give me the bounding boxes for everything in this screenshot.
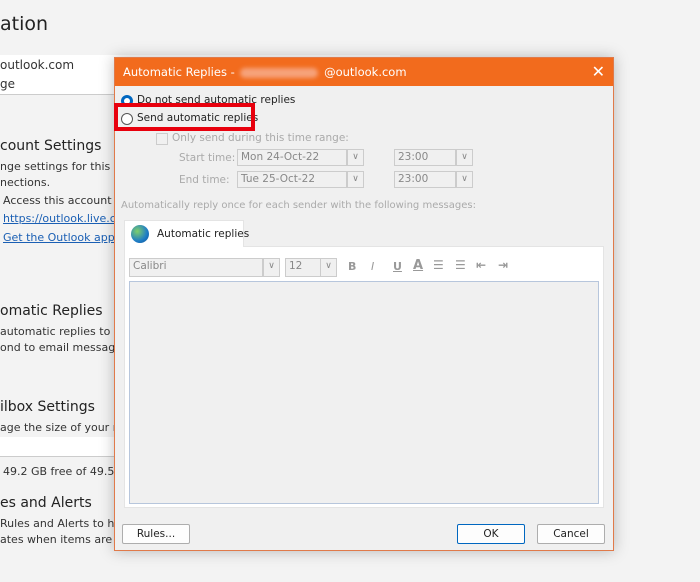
chevron-down-icon[interactable]: ∨ [320, 258, 337, 277]
chevron-down-icon[interactable]: ∨ [456, 149, 473, 166]
end-time-field[interactable]: 23:00 [394, 171, 456, 188]
account-settings-text: nge settings for this acc [0, 160, 133, 173]
outlook-web-link[interactable]: https://outlook.live.co [3, 212, 123, 225]
account-access-text: Access this account or [3, 194, 127, 207]
increase-indent-icon[interactable]: ⇥ [498, 258, 508, 272]
automatic-replies-text: automatic replies to no [0, 325, 128, 338]
rules-button[interactable]: Rules... [122, 524, 190, 544]
ok-button[interactable]: OK [457, 524, 525, 544]
account-settings-heading: count Settings [0, 138, 102, 154]
dialog-title-bar: Automatic Replies - @outlook.com ✕ [115, 58, 613, 86]
numbered-list-icon[interactable]: ☰ [455, 258, 466, 272]
bold-button[interactable]: B [348, 260, 356, 273]
bullet-list-icon[interactable]: ☰ [433, 258, 444, 272]
highlight-box [114, 103, 255, 131]
time-range-label: Only send during this time range: [172, 132, 349, 144]
start-date-field[interactable]: Mon 24-Oct-22 [237, 149, 347, 166]
font-color-button[interactable]: A [413, 258, 423, 273]
account-type: ge [0, 77, 15, 91]
account-email: outlook.com [0, 58, 75, 72]
tab-label: Automatic replies [157, 228, 250, 240]
font-size-select[interactable]: 12 [285, 258, 321, 277]
dialog-title-domain: @outlook.com [324, 65, 407, 79]
redacted-email [240, 67, 319, 78]
page-title: ation [0, 13, 49, 35]
mailbox-settings-heading: ilbox Settings [0, 399, 95, 415]
globe-icon [131, 225, 149, 243]
font-select[interactable]: Calibri [129, 258, 263, 277]
start-time-field[interactable]: 23:00 [394, 149, 456, 166]
tab-automatic-replies[interactable]: Automatic replies [124, 220, 249, 247]
chevron-down-icon[interactable]: ∨ [456, 171, 473, 188]
cancel-button[interactable]: Cancel [537, 524, 605, 544]
rules-text: ates when items are ad [0, 533, 130, 546]
automatic-replies-heading: omatic Replies [0, 303, 103, 319]
italic-button[interactable]: I [371, 260, 374, 273]
rules-text: Rules and Alerts to help [0, 517, 132, 530]
mailbox-text: age the size of your ma [0, 421, 131, 434]
automatic-replies-text: ond to email messages [0, 341, 128, 354]
outlook-app-link[interactable]: Get the Outlook app fo [3, 231, 129, 244]
message-textarea[interactable] [129, 281, 599, 504]
account-settings-text: nections. [0, 176, 51, 189]
chevron-down-icon[interactable]: ∨ [347, 149, 364, 166]
close-icon[interactable]: ✕ [592, 62, 605, 81]
chevron-down-icon[interactable]: ∨ [263, 258, 280, 277]
instruction-text: Automatically reply once for each sender… [121, 200, 476, 211]
time-range-checkbox[interactable] [156, 133, 168, 145]
start-time-label: Start time: [179, 152, 236, 164]
end-date-field[interactable]: Tue 25-Oct-22 [237, 171, 347, 188]
storage-bar [0, 437, 120, 457]
decrease-indent-icon[interactable]: ⇤ [476, 258, 486, 272]
end-time-label: End time: [179, 174, 230, 186]
dialog-title: Automatic Replies - [123, 65, 235, 79]
chevron-down-icon[interactable]: ∨ [347, 171, 364, 188]
underline-button[interactable]: U [393, 260, 402, 273]
rules-heading: es and Alerts [0, 495, 92, 511]
